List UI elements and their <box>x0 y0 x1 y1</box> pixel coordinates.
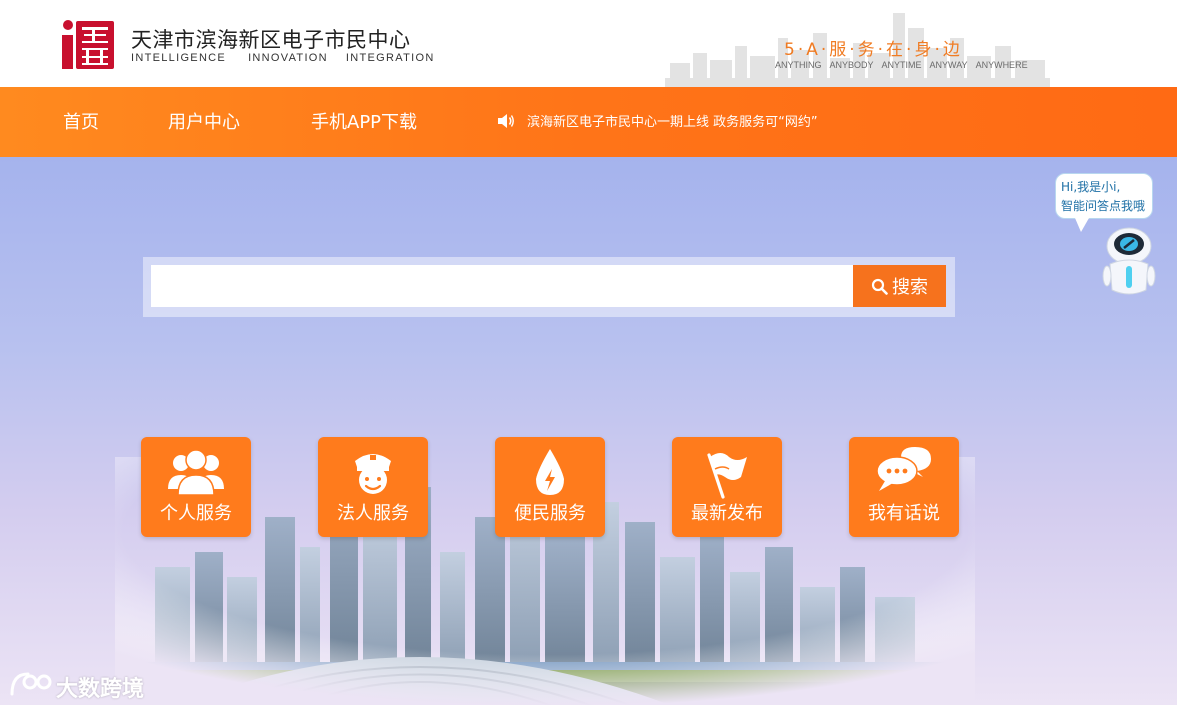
slogan-word: ANYTIME <box>881 60 922 70</box>
tile-label: 便民服务 <box>514 503 586 524</box>
svg-text:滨海: 滨海 <box>62 17 64 18</box>
search-input[interactable] <box>151 265 853 307</box>
tile-feedback[interactable]: 我有话说 <box>849 437 959 537</box>
assistant-greeting-bubble[interactable]: Hi,我是小i, 智能问答点我哦 <box>1055 173 1153 219</box>
assistant-greeting-line: Hi,我是小i, <box>1061 180 1121 194</box>
main-nav: 首页 用户中心 手机APP下载 滨海新区电子市民中心一期上线 政务服务可“网约” <box>0 87 1177 157</box>
tile-personal-service[interactable]: 个人服务 <box>141 437 251 537</box>
tile-label: 个人服务 <box>160 503 232 524</box>
slogan-word: ANYTHING <box>775 60 822 70</box>
search-button-label: 搜索 <box>892 277 928 298</box>
robot-assistant-icon[interactable] <box>1102 226 1156 296</box>
watermark: 大数跨境 <box>8 668 158 702</box>
slogan-subtitle: ANYTHING ANYBODY ANYTIME ANYWAY ANYWHERE <box>775 60 1036 70</box>
tile-legal-person-service[interactable]: 法人服务 <box>318 437 428 537</box>
nav-item-user-center[interactable]: 用户中心 <box>168 108 240 134</box>
header: 滨海 天津市滨海新区电子市民中心 INTELLIGENCE INNOVATION I… <box>0 0 1177 87</box>
tile-label: 法人服务 <box>337 503 409 524</box>
slogan-word: ANYBODY <box>829 60 874 70</box>
slogan-word: ANYWAY <box>929 60 968 70</box>
site-subtitle: INTELLIGENCE INNOVATION INTEGRATION <box>131 52 435 64</box>
tile-latest-release[interactable]: 最新发布 <box>672 437 782 537</box>
subtitle-word: INNOVATION <box>248 52 328 64</box>
tile-convenience-service[interactable]: 便民服务 <box>495 437 605 537</box>
flag-icon <box>707 453 747 499</box>
nav-item-app-download[interactable]: 手机APP下载 <box>311 108 417 134</box>
slogan-word: ANYWHERE <box>975 60 1028 70</box>
site-title: 天津市滨海新区电子市民中心 <box>131 28 411 52</box>
tile-label: 我有话说 <box>868 503 940 524</box>
people-group-icon <box>168 449 224 496</box>
subtitle-word: INTEGRATION <box>345 52 435 64</box>
nav-item-home[interactable]: 首页 <box>63 108 99 134</box>
watermark-logo-icon <box>10 672 52 696</box>
officer-icon <box>355 454 391 494</box>
watermark-text: 大数跨境 <box>56 677 145 702</box>
assistant-greeting-line: 智能问答点我哦 <box>1061 199 1146 213</box>
search-box: 搜索 <box>143 257 955 317</box>
speaker-icon <box>498 113 514 128</box>
drop-bolt-icon <box>536 449 564 495</box>
slogan: 5·A·服·务·在·身·边 <box>784 40 963 60</box>
subtitle-word: INTELLIGENCE <box>131 52 227 64</box>
bubble-tail <box>1075 218 1089 232</box>
notice-text: 滨海新区电子市民中心一期上线 政务服务可“网约” <box>527 115 818 130</box>
notice-ticker[interactable]: 滨海新区电子市民中心一期上线 政务服务可“网约” <box>497 111 818 130</box>
chat-bubbles-icon <box>876 447 931 491</box>
main-banner: 搜索 个人服务 法人服务 便民服务 最新发布 我有话说 <box>0 157 1177 705</box>
tile-label: 最新发布 <box>691 503 763 524</box>
search-button[interactable]: 搜索 <box>853 265 946 307</box>
search-icon <box>871 278 888 295</box>
logo-icon: 滨海 <box>62 17 114 69</box>
